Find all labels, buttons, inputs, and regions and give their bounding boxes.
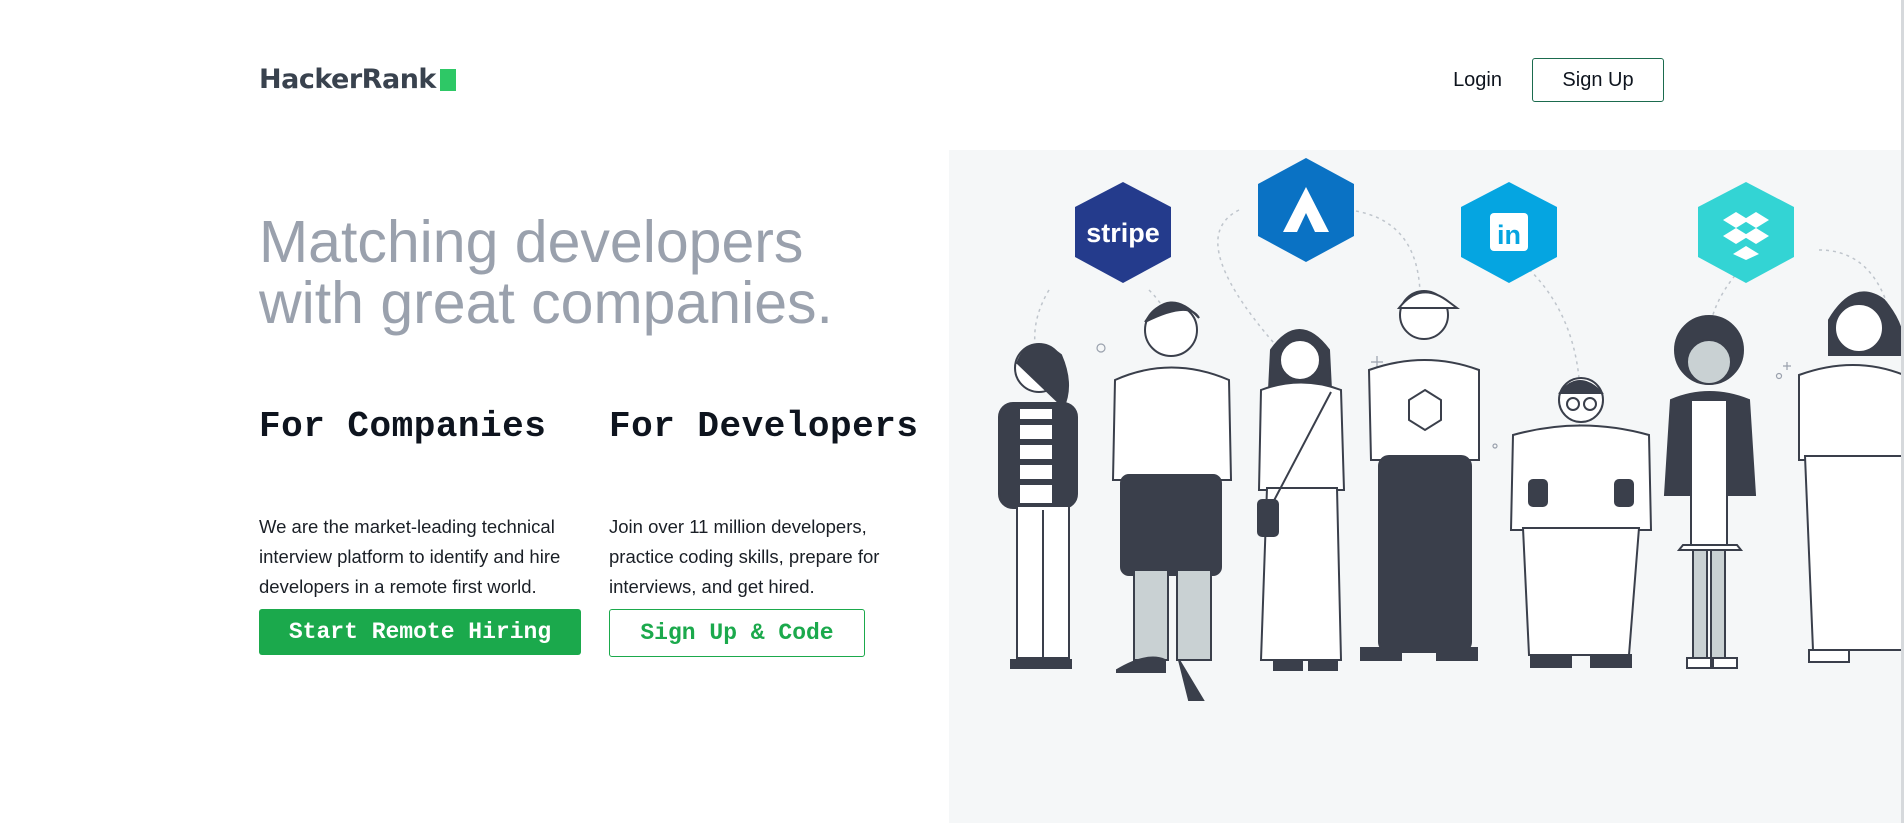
atlassian-badge-icon — [1258, 158, 1354, 262]
linkedin-badge-label: in — [1497, 220, 1521, 250]
hero-headline: Matching developers with great companies… — [259, 212, 833, 334]
start-remote-hiring-label: Start Remote Hiring — [288, 619, 552, 645]
signup-and-code-label: Sign Up & Code — [640, 620, 834, 646]
signup-nav-label: Sign Up — [1562, 68, 1634, 91]
logo-green-block-icon — [439, 68, 456, 91]
stripe-badge-label: stripe — [1086, 218, 1160, 248]
signup-nav-button[interactable]: Sign Up — [1532, 58, 1664, 102]
person-3-figure — [1257, 329, 1346, 671]
hackerrank-logo[interactable]: HackerRank — [259, 64, 456, 95]
companies-description: We are the market-leading technical inte… — [259, 516, 561, 597]
developers-title: For Developers — [609, 406, 919, 447]
person-6-figure — [1663, 315, 1757, 669]
person-4-figure — [1360, 290, 1480, 661]
companies-title: For Companies — [259, 406, 547, 447]
signup-and-code-button[interactable]: Sign Up & Code — [609, 609, 865, 657]
linkedin-badge-icon: in — [1461, 182, 1557, 283]
person-1-figure — [998, 343, 1078, 669]
login-link[interactable]: Login — [1453, 69, 1502, 92]
person-5-figure — [1509, 377, 1653, 668]
headline-line-1: Matching developers — [259, 209, 804, 275]
top-nav: Login Sign Up — [1453, 58, 1664, 102]
start-remote-hiring-button[interactable]: Start Remote Hiring — [259, 609, 581, 655]
stripe-badge-icon: stripe — [1075, 182, 1171, 283]
dropbox-badge-icon — [1698, 182, 1794, 283]
companies-section: For Companies We are the market-leading … — [259, 406, 599, 597]
developers-section: For Developers Join over 11 million deve… — [609, 406, 929, 597]
developers-description: Join over 11 million developers, practic… — [609, 516, 880, 597]
logo-text: HackerRank — [259, 64, 436, 95]
person-2-figure — [1111, 301, 1233, 701]
people-illustration: stripe in — [949, 150, 1904, 823]
headline-line-2: with great companies. — [259, 270, 833, 336]
person-7-figure — [1798, 291, 1904, 663]
